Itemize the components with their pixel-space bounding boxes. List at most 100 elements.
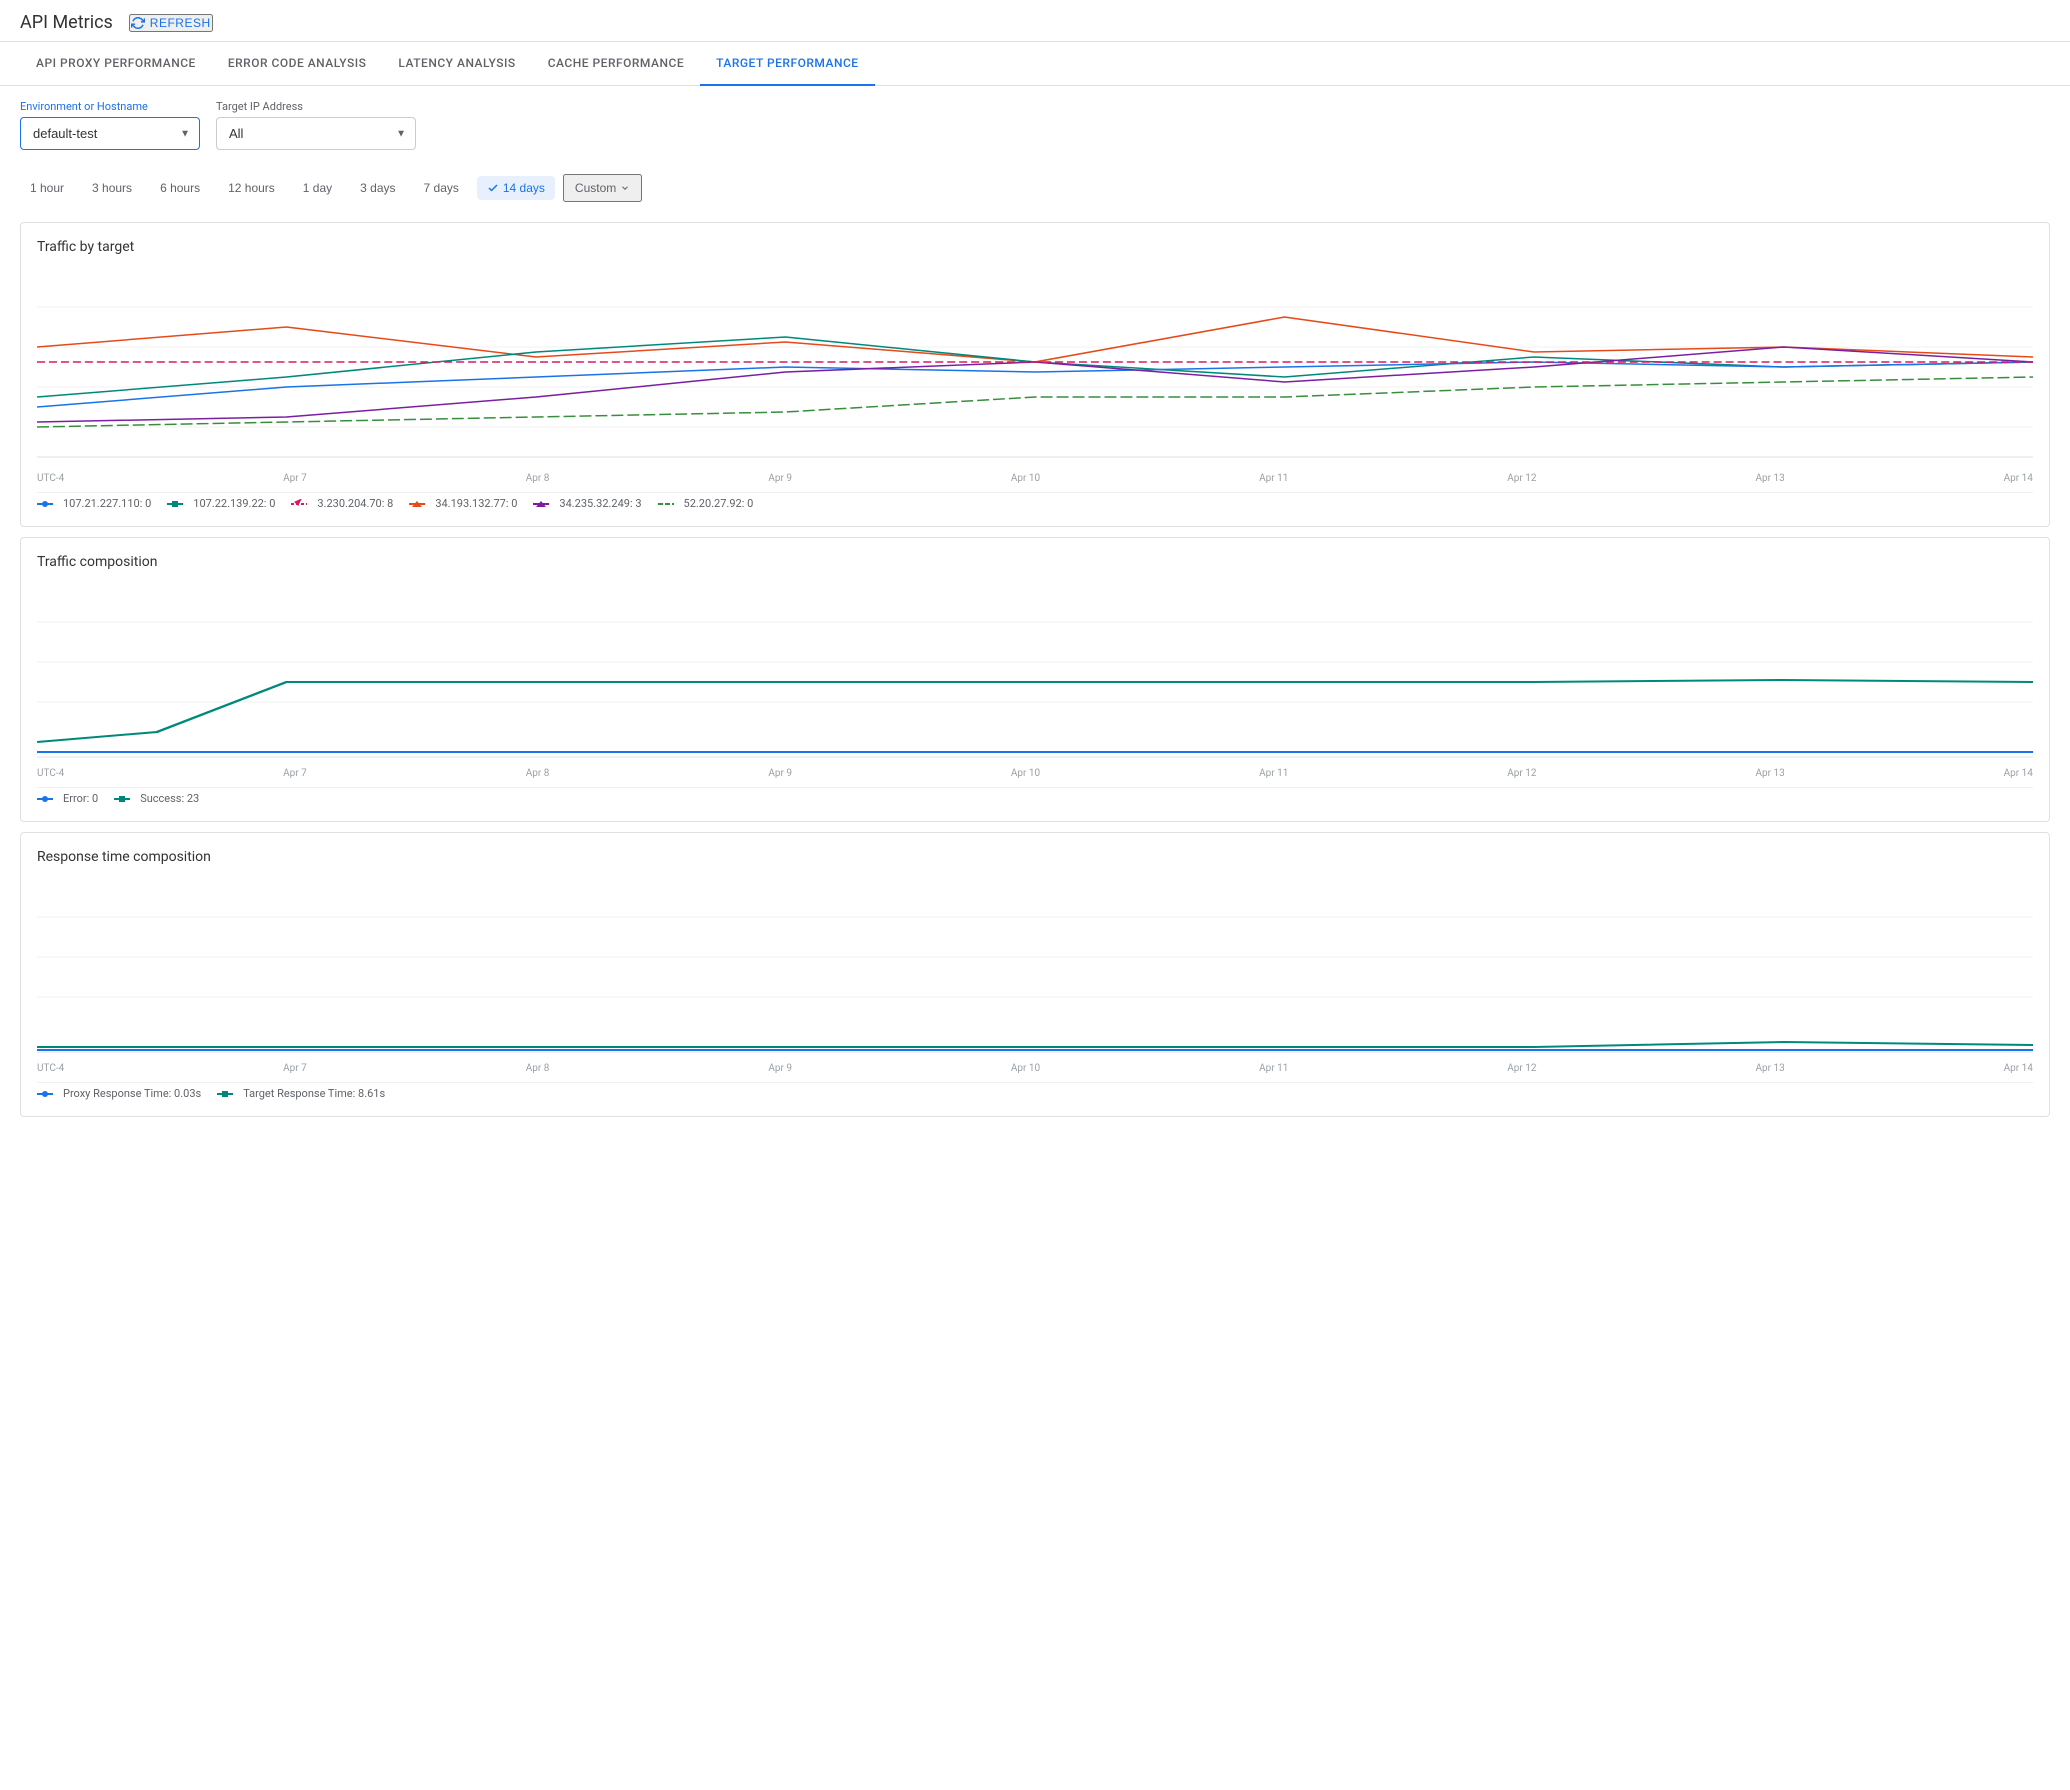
x-label-apr12-2: Apr 12 <box>1507 768 1536 779</box>
response-time-legend: Proxy Response Time: 0.03s Target Respon… <box>37 1082 2033 1100</box>
legend-line-icon-1 <box>167 499 189 509</box>
legend-proxy-icon <box>37 1089 59 1099</box>
legend-line-icon-2 <box>291 499 313 509</box>
legend-item-0: 107.21.227.110: 0 <box>37 497 151 510</box>
legend-label-4: 34.235.32.249: 3 <box>559 497 641 510</box>
legend-line-icon-0 <box>37 499 59 509</box>
refresh-icon <box>131 16 145 30</box>
x-label-utc4: UTC-4 <box>37 473 64 484</box>
x-label-apr12-3: Apr 12 <box>1507 1063 1536 1074</box>
response-time-x-axis: UTC-4 Apr 7 Apr 8 Apr 9 Apr 10 Apr 11 Ap… <box>37 1063 2033 1074</box>
x-label-apr9-2: Apr 9 <box>768 768 792 779</box>
legend-proxy-label: Proxy Response Time: 0.03s <box>63 1087 201 1100</box>
time-6hours[interactable]: 6 hours <box>150 176 210 200</box>
x-label-apr7: Apr 7 <box>283 473 307 484</box>
environment-label: Environment or Hostname <box>20 100 200 113</box>
traffic-by-target-svg <box>37 267 2033 467</box>
x-label-apr11: Apr 11 <box>1259 473 1288 484</box>
response-time-title: Response time composition <box>37 849 2033 865</box>
refresh-button[interactable]: REFRESH <box>129 14 213 32</box>
x-label-apr10: Apr 10 <box>1011 473 1040 484</box>
target-ip-label: Target IP Address <box>216 100 416 113</box>
legend-target-label: Target Response Time: 8.61s <box>243 1087 385 1100</box>
time-1hour[interactable]: 1 hour <box>20 176 74 200</box>
legend-label-2: 3.230.204.70: 8 <box>317 497 393 510</box>
x-label-apr11-2: Apr 11 <box>1259 768 1288 779</box>
legend-comp-error: Error: 0 <box>37 792 98 805</box>
traffic-by-target-title: Traffic by target <box>37 239 2033 255</box>
tab-latency[interactable]: LATENCY ANALYSIS <box>382 42 531 86</box>
x-label-apr10-3: Apr 10 <box>1011 1063 1040 1074</box>
traffic-composition-section: Traffic composition UTC-4 Apr 7 Apr 8 Ap… <box>20 537 2050 822</box>
legend-line-icon-4 <box>533 499 555 509</box>
x-label-apr12: Apr 12 <box>1507 473 1536 484</box>
x-label-apr7-2: Apr 7 <box>283 768 307 779</box>
legend-proxy-response: Proxy Response Time: 0.03s <box>37 1087 201 1100</box>
legend-line-icon-3 <box>409 499 431 509</box>
x-label-apr7-3: Apr 7 <box>283 1063 307 1074</box>
x-label-apr11-3: Apr 11 <box>1259 1063 1288 1074</box>
refresh-label: REFRESH <box>150 16 211 30</box>
traffic-comp-x-axis: UTC-4 Apr 7 Apr 8 Apr 9 Apr 10 Apr 11 Ap… <box>37 768 2033 779</box>
x-label-apr9-3: Apr 9 <box>768 1063 792 1074</box>
x-label-apr14-2: Apr 14 <box>2004 768 2033 779</box>
legend-line-icon-5 <box>658 499 680 509</box>
response-time-svg <box>37 877 2033 1057</box>
legend-item-2: 3.230.204.70: 8 <box>291 497 393 510</box>
x-label-apr8-3: Apr 8 <box>526 1063 550 1074</box>
traffic-composition-chart: UTC-4 Apr 7 Apr 8 Apr 9 Apr 10 Apr 11 Ap… <box>37 582 2033 805</box>
x-label-apr10-2: Apr 10 <box>1011 768 1040 779</box>
response-time-chart: UTC-4 Apr 7 Apr 8 Apr 9 Apr 10 Apr 11 Ap… <box>37 877 2033 1100</box>
header: API Metrics REFRESH <box>0 0 2070 42</box>
legend-label-0: 107.21.227.110: 0 <box>63 497 151 510</box>
checkmark-icon <box>487 182 499 194</box>
x-label-apr13: Apr 13 <box>1755 473 1784 484</box>
tabs-bar: API PROXY PERFORMANCE ERROR CODE ANALYSI… <box>0 42 2070 86</box>
time-filter-bar: 1 hour 3 hours 6 hours 12 hours 1 day 3 … <box>0 164 2070 212</box>
time-12hours[interactable]: 12 hours <box>218 176 285 200</box>
tab-error-code[interactable]: ERROR CODE ANALYSIS <box>212 42 383 86</box>
filter-controls: Environment or Hostname default-test pro… <box>0 86 2070 164</box>
x-label-utc4-3: UTC-4 <box>37 1063 64 1074</box>
time-3days[interactable]: 3 days <box>350 176 405 200</box>
tab-cache[interactable]: CACHE PERFORMANCE <box>532 42 700 86</box>
legend-item-3: 34.193.132.77: 0 <box>409 497 517 510</box>
target-ip-dropdown-group: Target IP Address All <box>216 100 416 150</box>
legend-target-icon <box>217 1089 239 1099</box>
x-label-apr13-3: Apr 13 <box>1755 1063 1784 1074</box>
target-ip-dropdown-wrapper: All <box>216 117 416 150</box>
legend-item-4: 34.235.32.249: 3 <box>533 497 641 510</box>
x-label-apr9: Apr 9 <box>768 473 792 484</box>
legend-label-1: 107.22.139.22: 0 <box>193 497 275 510</box>
traffic-comp-legend: Error: 0 Success: 23 <box>37 787 2033 805</box>
legend-item-5: 52.20.27.92: 0 <box>658 497 754 510</box>
traffic-by-target-section: Traffic by target UTC-4 Apr 7 A <box>20 222 2050 527</box>
tab-api-proxy[interactable]: API PROXY PERFORMANCE <box>20 42 212 86</box>
response-time-section: Response time composition UTC-4 Apr 7 Ap… <box>20 832 2050 1117</box>
dropdown-arrow-icon <box>620 183 630 193</box>
x-label-apr14: Apr 14 <box>2004 473 2033 484</box>
x-label-apr14-3: Apr 14 <box>2004 1063 2033 1074</box>
legend-label-3: 34.193.132.77: 0 <box>435 497 517 510</box>
traffic-composition-title: Traffic composition <box>37 554 2033 570</box>
tab-target[interactable]: TARGET PERFORMANCE <box>700 42 874 86</box>
environment-select[interactable]: default-test prod staging <box>20 117 200 150</box>
legend-target-response: Target Response Time: 8.61s <box>217 1087 385 1100</box>
legend-success-icon <box>114 794 136 804</box>
time-3hours[interactable]: 3 hours <box>82 176 142 200</box>
target-ip-select[interactable]: All <box>216 117 416 150</box>
environment-dropdown-wrapper: default-test prod staging <box>20 117 200 150</box>
legend-item-1: 107.22.139.22: 0 <box>167 497 275 510</box>
traffic-composition-svg <box>37 582 2033 762</box>
environment-dropdown-group: Environment or Hostname default-test pro… <box>20 100 200 150</box>
time-14days[interactable]: 14 days <box>477 176 555 200</box>
traffic-target-x-axis: UTC-4 Apr 7 Apr 8 Apr 9 Apr 10 Apr 11 Ap… <box>37 473 2033 484</box>
legend-label-5: 52.20.27.92: 0 <box>684 497 754 510</box>
x-label-apr8: Apr 8 <box>526 473 550 484</box>
x-label-apr13-2: Apr 13 <box>1755 768 1784 779</box>
legend-error-icon <box>37 794 59 804</box>
traffic-by-target-chart: UTC-4 Apr 7 Apr 8 Apr 9 Apr 10 Apr 11 Ap… <box>37 267 2033 510</box>
time-1day[interactable]: 1 day <box>293 176 342 200</box>
time-custom[interactable]: Custom <box>563 174 642 202</box>
time-7days[interactable]: 7 days <box>414 176 469 200</box>
